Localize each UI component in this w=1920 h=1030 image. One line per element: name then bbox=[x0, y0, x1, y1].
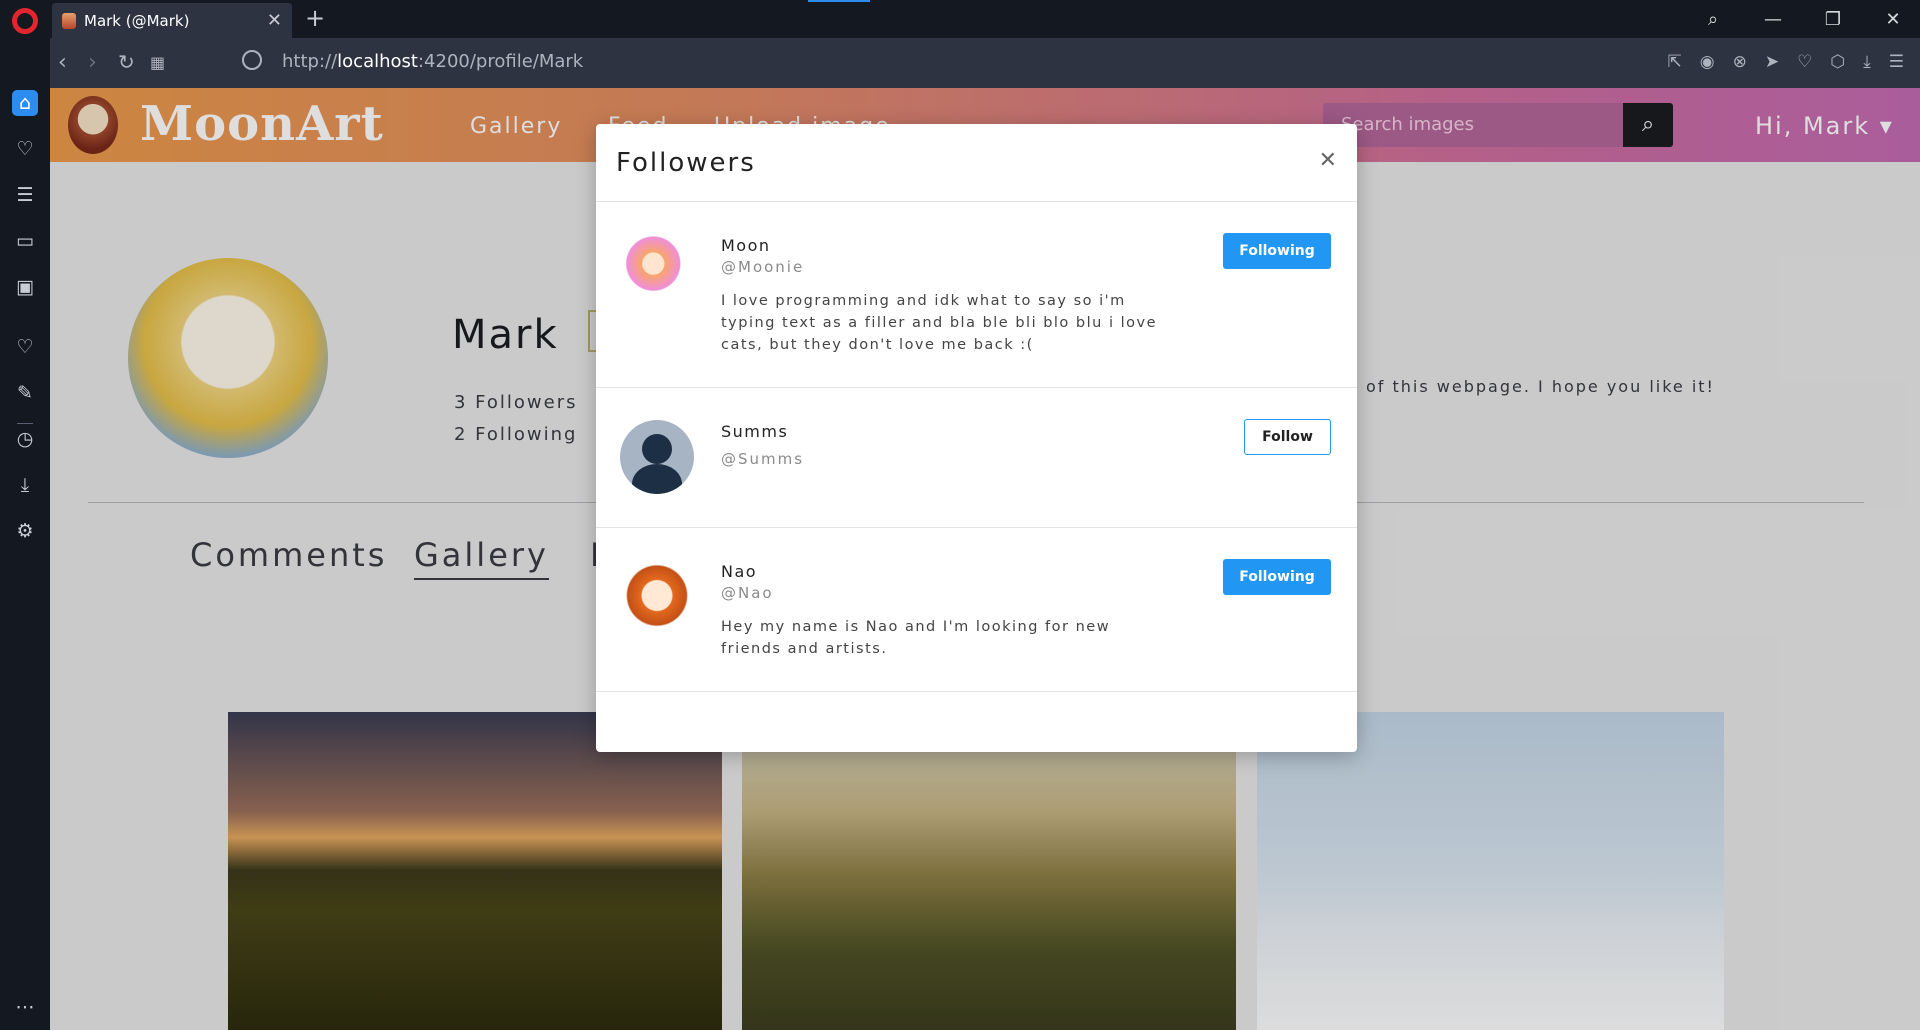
opera-logo-icon[interactable] bbox=[12, 8, 38, 34]
send-icon[interactable]: ➤ bbox=[1765, 52, 1779, 72]
following-button[interactable]: Following bbox=[1223, 559, 1331, 595]
follower-name[interactable]: Nao bbox=[721, 562, 757, 581]
tabs-list-icon[interactable]: ☰ bbox=[12, 182, 38, 208]
follower-handle: @Summs bbox=[721, 450, 805, 468]
follower-handle: @Moonie bbox=[721, 258, 805, 276]
favorites-icon[interactable]: ♡ bbox=[12, 334, 38, 360]
follow-button[interactable]: Follow bbox=[1244, 419, 1331, 455]
follower-handle: @Nao bbox=[721, 584, 774, 602]
share-icon[interactable]: ⇱ bbox=[1668, 52, 1682, 72]
close-icon[interactable]: ✕ bbox=[1319, 148, 1337, 173]
close-window-icon[interactable]: ✕ bbox=[1882, 9, 1904, 30]
default-user-icon bbox=[642, 434, 672, 464]
url-field[interactable]: http://localhost:4200/profile/Mark bbox=[282, 51, 583, 72]
tab-favicon-icon bbox=[62, 12, 76, 29]
adblock-icon[interactable]: ⊗ bbox=[1733, 52, 1747, 72]
modal-title: Followers bbox=[616, 148, 756, 178]
avatar[interactable] bbox=[620, 234, 694, 308]
downloads-icon[interactable]: ⤓ bbox=[12, 472, 38, 498]
follower-name[interactable]: Moon bbox=[721, 236, 771, 255]
camera-icon[interactable]: ◉ bbox=[1700, 52, 1715, 72]
browser-tab[interactable]: Mark (@Mark) ✕ bbox=[52, 3, 292, 38]
followers-modal: Followers ✕ Moon @Moonie I love programm… bbox=[596, 124, 1357, 752]
following-button[interactable]: Following bbox=[1223, 233, 1331, 269]
avatar[interactable] bbox=[620, 560, 694, 634]
search-tabs-icon[interactable]: ⌕ bbox=[1702, 9, 1724, 30]
list-item: Moon @Moonie I love programming and idk … bbox=[596, 202, 1357, 388]
history-icon[interactable]: ◷ bbox=[12, 426, 38, 452]
forward-icon[interactable]: › bbox=[88, 50, 97, 75]
home-icon[interactable]: ⌂ bbox=[12, 90, 38, 116]
easy-setup-icon[interactable]: ☰ bbox=[1889, 52, 1904, 72]
tab-title: Mark (@Mark) bbox=[84, 11, 190, 30]
browser-sidebar: ⌂ ♡ ☰ ▭ ▣ ♡ ✎ ◷ ⤓ ⚙ ⋯ bbox=[0, 38, 50, 1030]
address-bar: ‹ › ↻ ▦ http://localhost:4200/profile/Ma… bbox=[50, 38, 1920, 88]
more-icon[interactable]: ⋯ bbox=[12, 994, 38, 1020]
sidebar-divider bbox=[17, 423, 33, 424]
window-controls: ⌕ — ❐ ✕ bbox=[1702, 0, 1920, 38]
address-bar-actions: ⇱ ◉ ⊗ ➤ ♡ ⬡ ⤓ ☰ bbox=[1668, 52, 1904, 72]
browser-titlebar: Mark (@Mark) ✕ + ⌕ — ❐ ✕ bbox=[0, 0, 1920, 38]
settings-icon[interactable]: ⚙ bbox=[12, 518, 38, 544]
avatar[interactable] bbox=[620, 420, 694, 494]
bookmarks-icon[interactable]: ▭ bbox=[12, 228, 38, 254]
modal-header: Followers ✕ bbox=[596, 124, 1357, 202]
list-item: Summs @Summs Follow bbox=[596, 388, 1357, 528]
reload-icon[interactable]: ↻ bbox=[118, 50, 135, 74]
minimize-icon[interactable]: — bbox=[1762, 9, 1784, 30]
restore-icon[interactable]: ❐ bbox=[1822, 9, 1844, 30]
list-item: Nao @Nao Hey my name is Nao and I'm look… bbox=[596, 528, 1357, 692]
tab-close-icon[interactable]: ✕ bbox=[267, 10, 282, 31]
new-tab-icon[interactable]: + bbox=[305, 4, 325, 32]
my-flow-icon[interactable]: ♡ bbox=[12, 136, 38, 162]
back-icon[interactable]: ‹ bbox=[58, 50, 67, 75]
site-info-icon[interactable] bbox=[242, 50, 262, 70]
heart-icon[interactable]: ♡ bbox=[1797, 52, 1812, 72]
download-icon[interactable]: ⤓ bbox=[1863, 52, 1871, 72]
cube-icon[interactable]: ⬡ bbox=[1830, 52, 1845, 72]
wallet-icon[interactable]: ▣ bbox=[12, 274, 38, 300]
loading-indicator bbox=[808, 0, 870, 2]
follower-name[interactable]: Summs bbox=[721, 422, 788, 441]
follower-bio: Hey my name is Nao and I'm looking for n… bbox=[721, 619, 1111, 657]
pinboard-icon[interactable]: ✎ bbox=[12, 380, 38, 406]
tabs-grid-icon[interactable]: ▦ bbox=[150, 53, 165, 72]
follower-bio: I love programming and idk what to say s… bbox=[721, 293, 1157, 353]
